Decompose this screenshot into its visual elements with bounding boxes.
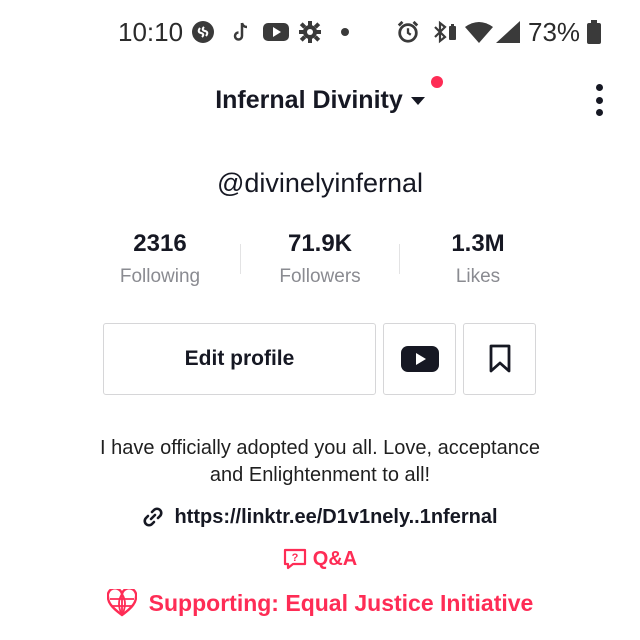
qa-label: Q&A: [312, 548, 358, 570]
settings-icon: [298, 20, 322, 44]
more-dot-icon: [595, 96, 603, 104]
chevron-down-icon: [410, 97, 425, 105]
stat-label: Likes: [455, 266, 501, 287]
profile-link[interactable]: https://linktr.ee/D1v1nely..1nfernal: [0, 503, 640, 531]
stat-following[interactable]: 2316 Following: [80, 228, 240, 291]
bookmark-icon: [489, 344, 510, 373]
dot-icon: [333, 20, 357, 44]
link-text: https://linktr.ee/D1v1nely..1nfernal: [174, 506, 498, 528]
question-icon: ?: [283, 548, 306, 570]
stat-value: 1.3M: [451, 230, 505, 257]
page-title: Infernal Divinity: [215, 86, 403, 114]
qa-button[interactable]: ? Q&A: [0, 545, 640, 573]
wifi-icon: [465, 20, 493, 44]
bio-line: I have officially adopted you all. Love,…: [100, 437, 540, 459]
status-time: 10:10: [118, 17, 184, 47]
supporting-charity[interactable]: Supporting: Equal Justice Initiative: [0, 587, 640, 619]
bio-text: I have officially adopted you all. Love,…: [40, 435, 600, 489]
alarm-icon: [396, 20, 420, 44]
supporting-label: Supporting: Equal Justice Initiative: [148, 590, 534, 616]
more-dot-icon: [595, 84, 603, 91]
youtube-icon: [400, 346, 439, 372]
link-icon: [143, 507, 163, 527]
bluetooth-battery-icon: [431, 20, 459, 44]
youtube-button[interactable]: [383, 323, 456, 395]
globe-heart-icon: [106, 589, 137, 617]
stat-likes[interactable]: 1.3M Likes: [398, 228, 558, 291]
edit-profile-button[interactable]: Edit profile: [103, 323, 376, 395]
more-dot-icon: [595, 109, 603, 116]
bookmarks-button[interactable]: [463, 323, 536, 395]
shazam-icon: [191, 20, 215, 44]
svg-text:?: ?: [291, 552, 298, 564]
stat-value: 71.9K: [287, 230, 353, 257]
stat-label: Following: [119, 266, 201, 287]
stat-value: 2316: [133, 230, 187, 257]
stat-followers[interactable]: 71.9K Followers: [240, 228, 400, 291]
stat-label: Followers: [279, 266, 361, 287]
more-options-button[interactable]: [586, 82, 612, 118]
tiktok-icon: [229, 20, 253, 44]
bio-line: and Enlightenment to all!: [209, 464, 431, 486]
notification-dot: [430, 76, 443, 88]
battery-percent: 73%: [528, 17, 581, 47]
youtube-status-icon: [262, 20, 290, 44]
account-switcher[interactable]: Infernal Divinity: [0, 76, 640, 118]
signal-icon: [495, 20, 521, 44]
profile-handle: @divinelyinfernal: [216, 168, 423, 198]
battery-icon: [586, 20, 602, 44]
